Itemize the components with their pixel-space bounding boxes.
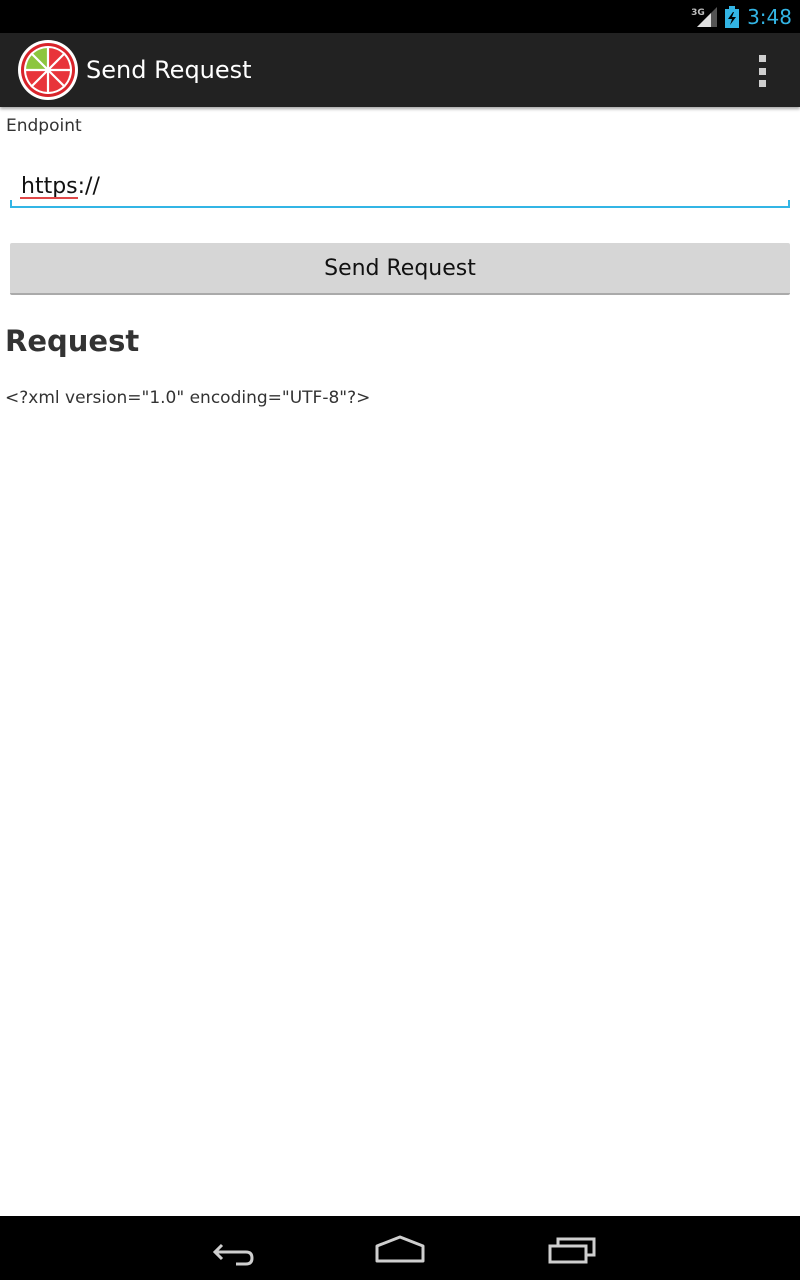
recent-apps-icon[interactable] xyxy=(544,1228,600,1268)
signal-icon xyxy=(697,6,718,27)
overflow-dot xyxy=(758,55,766,62)
status-bar: 3G 3:48 xyxy=(0,0,800,33)
navigation-bar xyxy=(0,1216,800,1280)
request-body: <?xml version="1.0" encoding="UTF-8"?> xyxy=(5,388,371,408)
battery-charging-icon xyxy=(725,5,740,28)
back-icon[interactable] xyxy=(202,1228,258,1268)
signal-indicator: 3G xyxy=(691,5,718,29)
spellcheck-underline xyxy=(20,197,78,199)
action-bar: Send Request xyxy=(0,33,800,107)
lime-slice-icon xyxy=(18,40,78,100)
endpoint-underline xyxy=(10,200,790,208)
status-clock: 3:48 xyxy=(747,4,792,29)
home-icon[interactable] xyxy=(372,1228,428,1268)
endpoint-label: Endpoint xyxy=(6,116,82,136)
request-heading: Request xyxy=(5,324,140,358)
overflow-dot xyxy=(758,80,766,87)
status-icons: 3G 3:48 xyxy=(691,0,792,33)
overflow-menu-icon[interactable] xyxy=(748,55,776,87)
send-request-button[interactable]: Send Request xyxy=(10,243,790,295)
endpoint-input[interactable] xyxy=(10,166,790,206)
app-title: Send Request xyxy=(86,56,252,84)
endpoint-field[interactable] xyxy=(10,166,790,208)
overflow-dot xyxy=(758,67,766,75)
